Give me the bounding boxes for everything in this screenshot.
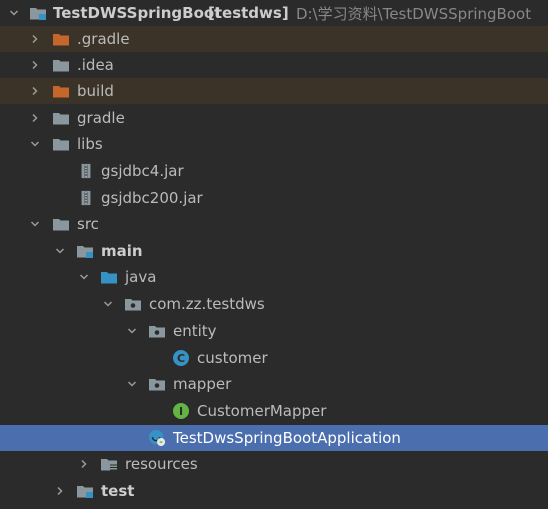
tree-item-label: customer — [197, 349, 268, 367]
chevron-down-icon[interactable] — [5, 0, 23, 26]
folder-icon — [52, 52, 70, 78]
tree-item-label: src — [77, 215, 99, 233]
excluded-folder-icon — [52, 26, 70, 52]
package-icon — [148, 371, 166, 397]
tree-row-libs[interactable]: libs — [0, 131, 548, 157]
tree-item-label: main — [101, 242, 143, 260]
chevron-down-icon[interactable] — [123, 318, 141, 344]
tree-item-label: .gradle — [77, 30, 130, 48]
tree-item-label: test — [101, 482, 135, 500]
interface-icon: I — [172, 398, 190, 424]
chevron-down-icon[interactable] — [99, 291, 117, 317]
chevron-right-icon[interactable] — [75, 451, 93, 477]
tree-item-label: java — [125, 268, 157, 286]
spring-boot-class-icon — [148, 425, 166, 451]
module-folder-icon — [29, 0, 47, 26]
chevron-down-icon[interactable] — [123, 371, 141, 397]
package-icon — [124, 291, 142, 317]
folder-icon — [52, 105, 70, 131]
tree-item-label: entity — [173, 322, 217, 340]
chevron-right-icon[interactable] — [26, 26, 44, 52]
tree-row-src[interactable]: src — [0, 211, 548, 237]
tree-item-label: gradle — [77, 109, 125, 127]
chevron-right-icon[interactable] — [51, 478, 69, 504]
tree-row-idea[interactable]: .idea — [0, 52, 548, 78]
tree-row-gsjdbc4-jar[interactable]: gsjdbc4.jar — [0, 158, 548, 184]
tree-item-label: gsjdbc4.jar — [101, 162, 184, 180]
class-icon: C — [172, 345, 190, 371]
tree-item-label: resources — [125, 455, 198, 473]
tree-row-root[interactable]: TestDWSSpringBoot [testdws] D:\学习资料\Test… — [0, 0, 548, 26]
tree-row-gradle-hidden[interactable]: .gradle — [0, 26, 548, 52]
tree-item-label: CustomerMapper — [197, 402, 327, 420]
tree-row-customer-mapper[interactable]: I CustomerMapper — [0, 398, 548, 424]
chevron-right-icon[interactable] — [26, 52, 44, 78]
module-folder-icon — [76, 478, 94, 504]
excluded-folder-icon — [52, 78, 70, 104]
tree-row-package-root[interactable]: com.zz.testdws — [0, 291, 548, 317]
folder-icon — [52, 131, 70, 157]
tree-row-gradle[interactable]: gradle — [0, 105, 548, 131]
tree-item-label: .idea — [77, 56, 114, 74]
tree-row-test[interactable]: test — [0, 478, 548, 504]
module-name: [testdws] — [208, 4, 289, 22]
module-folder-icon — [76, 238, 94, 264]
jar-icon — [77, 158, 95, 184]
tree-row-build[interactable]: build — [0, 78, 548, 104]
class-badge-letter: C — [177, 352, 185, 365]
resources-folder-icon — [100, 451, 118, 477]
jar-icon — [77, 185, 95, 211]
chevron-down-icon[interactable] — [75, 264, 93, 290]
tree-row-mapper[interactable]: mapper — [0, 371, 548, 397]
chevron-down-icon[interactable] — [26, 131, 44, 157]
interface-badge-letter: I — [179, 405, 183, 418]
tree-item-label: com.zz.testdws — [149, 295, 265, 313]
tree-row-resources[interactable]: resources — [0, 451, 548, 477]
tree-row-java[interactable]: java — [0, 264, 548, 290]
tree-row-entity[interactable]: entity — [0, 318, 548, 344]
source-folder-icon — [100, 264, 118, 290]
tree-item-label: build — [77, 82, 114, 100]
folder-icon — [52, 211, 70, 237]
tree-item-label: TestDwsSpringBootApplication — [173, 429, 401, 447]
tree-row-customer[interactable]: C customer — [0, 345, 548, 371]
tree-row-application-selected[interactable]: TestDwsSpringBootApplication — [0, 425, 548, 451]
tree-row-main[interactable]: main — [0, 238, 548, 264]
package-icon — [148, 318, 166, 344]
chevron-right-icon[interactable] — [26, 105, 44, 131]
tree-item-label: mapper — [173, 375, 232, 393]
project-name: TestDWSSpringBoot — [53, 4, 222, 22]
tree-item-label: gsjdbc200.jar — [101, 189, 203, 207]
chevron-down-icon[interactable] — [26, 211, 44, 237]
project-path: D:\学习资料\TestDWSSpringBoot — [296, 4, 532, 23]
tree-row-gsjdbc200-jar[interactable]: gsjdbc200.jar — [0, 185, 548, 211]
tree-item-label: libs — [77, 135, 103, 153]
chevron-right-icon[interactable] — [26, 78, 44, 104]
chevron-down-icon[interactable] — [51, 238, 69, 264]
project-tree: TestDWSSpringBoot [testdws] D:\学习资料\Test… — [0, 0, 548, 509]
